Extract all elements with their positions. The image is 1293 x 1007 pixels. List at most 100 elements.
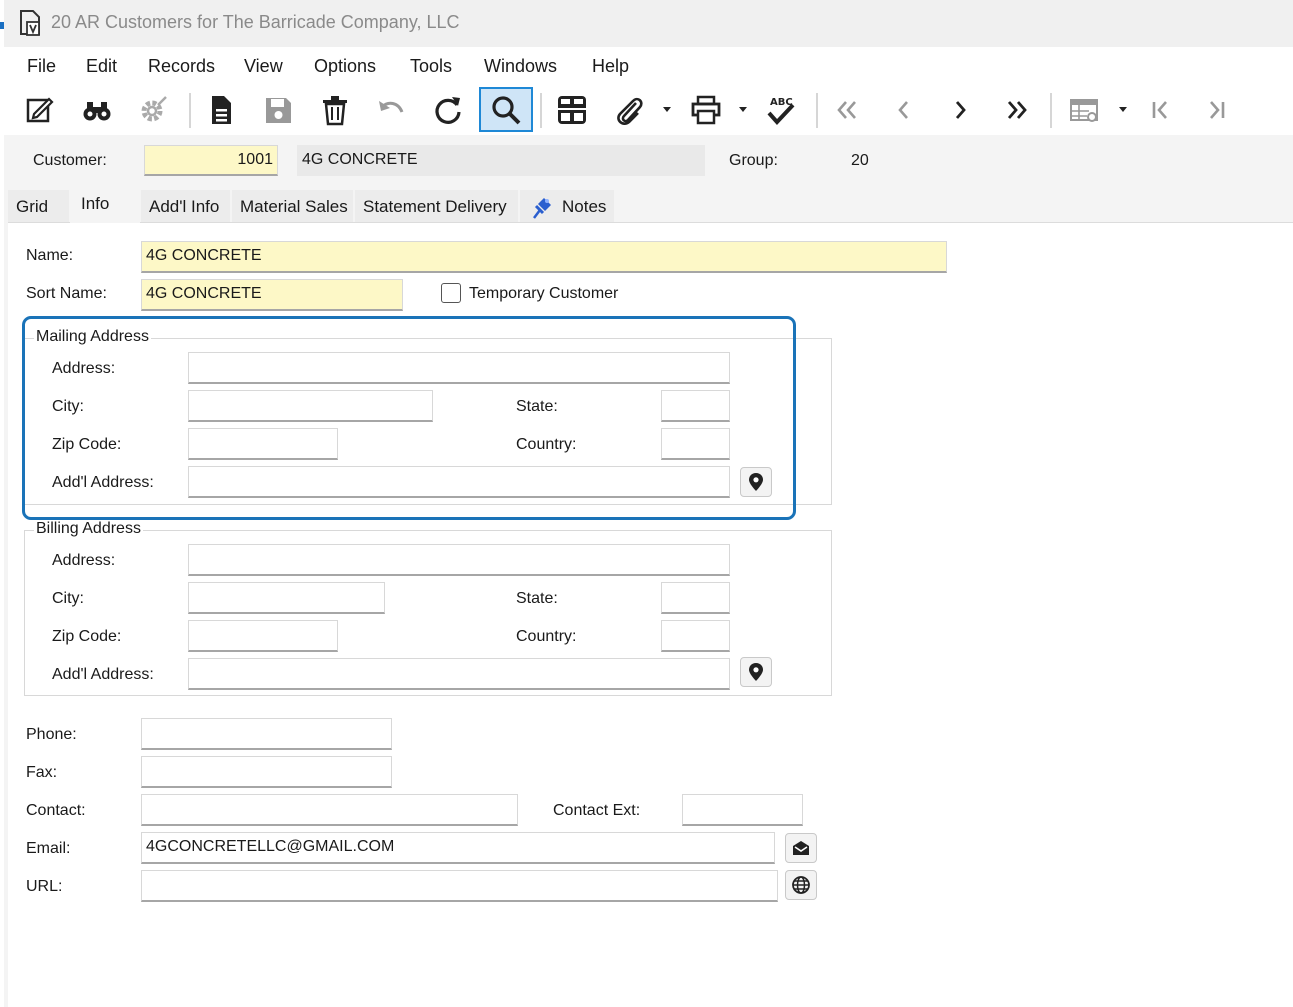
billing-zip-field[interactable] (188, 620, 338, 652)
group-label: Group: (729, 152, 778, 169)
tab-notes-label: Notes (562, 197, 607, 216)
table-settings-dropdown[interactable] (1118, 104, 1128, 114)
mailing-address-highlight (22, 316, 796, 520)
last-record-icon (1007, 101, 1027, 119)
app-icon (18, 9, 42, 37)
print-dropdown[interactable] (738, 104, 748, 114)
billing-map-button[interactable] (740, 657, 772, 687)
tab-info[interactable]: Info (70, 188, 140, 224)
globe-icon (792, 876, 810, 894)
customer-label: Customer: (33, 152, 107, 169)
envelope-icon (793, 841, 809, 855)
menu-file[interactable]: File (27, 56, 56, 77)
tab-material-sales[interactable]: Material Sales (232, 190, 353, 222)
save-icon (266, 98, 291, 123)
last-record-button[interactable] (995, 88, 1039, 132)
save-button[interactable] (256, 88, 300, 132)
toolbar-separator (540, 93, 542, 128)
delete-icon (323, 96, 347, 126)
contact-field[interactable] (141, 794, 518, 826)
attach-icon (617, 97, 643, 125)
billing-address-label: Address: (52, 552, 116, 569)
grid-button[interactable] (550, 88, 594, 132)
gear-icon (141, 96, 167, 122)
billing-zip-label: Zip Code: (52, 628, 122, 645)
tab-statement-delivery[interactable]: Statement Delivery (355, 190, 518, 222)
fax-field[interactable] (141, 756, 392, 788)
spellcheck-button[interactable]: ABC (759, 88, 803, 132)
contact-ext-field[interactable] (682, 794, 803, 826)
next-record-button[interactable] (938, 88, 982, 132)
menu-view[interactable]: View (244, 56, 283, 77)
menu-edit[interactable]: Edit (86, 56, 117, 77)
search-button[interactable] (479, 87, 533, 132)
menu-options[interactable]: Options (314, 56, 376, 77)
billing-state-field[interactable] (661, 582, 730, 614)
delete-button[interactable] (313, 88, 357, 132)
first-page-button[interactable] (1138, 88, 1182, 132)
billing-address-title: Billing Address (34, 520, 143, 538)
customer-number-field[interactable]: 1001 (144, 145, 278, 176)
toolbar-separator (816, 93, 818, 128)
menu-tools[interactable]: Tools (410, 56, 452, 77)
attach-button[interactable] (607, 88, 651, 132)
url-field[interactable] (141, 870, 778, 902)
send-email-button[interactable] (785, 833, 817, 863)
caret-down-icon (1119, 107, 1127, 112)
search-icon (492, 95, 521, 124)
sort-name-label: Sort Name: (26, 285, 107, 302)
new-document-icon (212, 96, 231, 124)
billing-city-field[interactable] (188, 582, 385, 614)
billing-country-field[interactable] (661, 620, 730, 652)
last-page-button[interactable] (1195, 88, 1239, 132)
find-button[interactable] (75, 88, 119, 132)
phone-field[interactable] (141, 718, 392, 750)
billing-addl-address-field[interactable] (188, 658, 730, 690)
pushpin-icon (530, 194, 554, 220)
menu-windows[interactable]: Windows (484, 56, 557, 77)
billing-addl-address-label: Add'l Address: (52, 666, 154, 683)
print-icon (691, 95, 721, 125)
tab-addl-info[interactable]: Add'l Info (141, 190, 230, 222)
binoculars-icon (83, 102, 111, 121)
tab-grid[interactable]: Grid (8, 190, 69, 222)
group-value: 20 (851, 152, 869, 169)
map-pin-icon (749, 663, 763, 681)
name-field[interactable]: 4G CONCRETE (141, 241, 947, 273)
billing-address-field[interactable] (188, 544, 730, 576)
first-record-button[interactable] (825, 88, 869, 132)
grid-icon (558, 96, 586, 124)
print-button[interactable] (684, 88, 728, 132)
undo-icon (379, 101, 404, 113)
table-settings-icon (1070, 99, 1098, 122)
phone-label: Phone: (26, 726, 77, 743)
customer-name-display: 4G CONCRETE (297, 145, 705, 176)
undo-button[interactable] (369, 88, 413, 132)
toolbar-separator (1050, 93, 1052, 128)
sort-name-field[interactable]: 4G CONCRETE (141, 279, 403, 311)
menu-records[interactable]: Records (148, 56, 215, 77)
open-url-button[interactable] (785, 870, 817, 900)
fax-label: Fax: (26, 764, 58, 781)
caret-down-icon (663, 107, 671, 112)
email-label: Email: (26, 840, 71, 857)
window-left-edge (0, 0, 4, 1007)
attach-dropdown[interactable] (662, 104, 672, 114)
table-settings-button[interactable] (1062, 88, 1106, 132)
menu-help[interactable]: Help (592, 56, 629, 77)
new-button[interactable] (199, 88, 243, 132)
refresh-button[interactable] (426, 88, 470, 132)
previous-record-button[interactable] (882, 88, 926, 132)
email-field[interactable]: 4GCONCRETELLC@GMAIL.COM (141, 832, 775, 864)
contact-ext-label: Contact Ext: (553, 802, 641, 819)
edit-button[interactable] (17, 88, 61, 132)
previous-record-icon (898, 101, 908, 119)
temporary-customer-checkbox[interactable] (441, 283, 461, 303)
name-label: Name: (26, 247, 74, 264)
settings-button[interactable] (131, 88, 175, 132)
caret-down-icon (739, 107, 747, 112)
refresh-icon (435, 97, 461, 124)
contact-label: Contact: (26, 802, 86, 819)
billing-country-label: Country: (516, 628, 577, 645)
temporary-customer-label: Temporary Customer (469, 285, 619, 302)
